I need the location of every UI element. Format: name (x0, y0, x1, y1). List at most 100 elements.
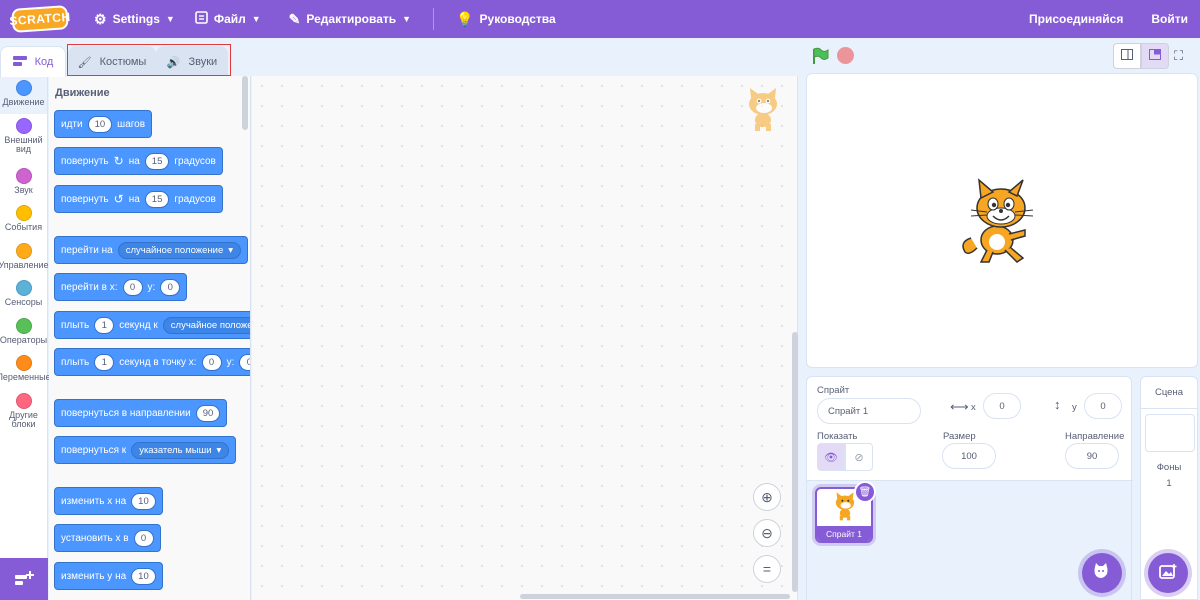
hide-sprite-button[interactable]: ⊘ (845, 443, 873, 471)
category-label: Управление (0, 259, 49, 270)
x-input[interactable]: 0 (122, 278, 143, 296)
tab-code[interactable]: Код (0, 46, 66, 77)
add-extension-button[interactable] (0, 558, 48, 600)
show-sprite-button[interactable]: 👁 (817, 443, 845, 471)
seconds-input[interactable]: 1 (94, 353, 115, 371)
block-glide-xy[interactable]: плыть 1 секунд в точку x: 0 y: 0 (54, 348, 250, 376)
category-menu: Движение Внешний вид Звук События Управл… (0, 76, 51, 558)
x-position-input[interactable]: 0 (983, 393, 1021, 419)
trash-icon: 🗑 (858, 486, 872, 498)
steps-input[interactable]: 10 (87, 115, 113, 133)
scratch-logo[interactable]: SCRATCH (9, 5, 71, 33)
seconds-input[interactable]: 1 (94, 316, 115, 334)
category-control[interactable]: Управление (0, 239, 49, 277)
myblocks-dot-icon (15, 392, 32, 409)
choose-sprite-button[interactable] (1082, 553, 1122, 593)
workspace-vertical-scrollbar[interactable] (792, 332, 798, 592)
value-input[interactable]: 10 (131, 492, 156, 510)
degrees-input[interactable]: 15 (144, 152, 170, 170)
eye-slash-icon: ⊘ (854, 451, 864, 464)
operators-dot-icon (15, 317, 32, 334)
dropdown-value: случайное положение (125, 244, 224, 256)
y-position-input[interactable]: 0 (1084, 393, 1122, 419)
category-label: Операторы (0, 334, 48, 345)
goto-target-dropdown[interactable]: случайное положение ▾ (117, 241, 242, 259)
zoom-out-button[interactable]: ⊖ (753, 519, 781, 547)
category-variables[interactable]: Переменные (0, 351, 51, 389)
settings-menu[interactable]: ⚙ Settings ▼ (84, 0, 185, 38)
direction-input[interactable]: 90 (195, 404, 221, 422)
sprite-cat[interactable] (957, 178, 1043, 269)
edit-menu[interactable]: ✎ Редактировать ▼ (279, 0, 421, 38)
block-text: повернуть (61, 193, 109, 205)
menu-bar: SCRATCH ⚙ Settings ▼ Файл ▼ ✎ Редактиров… (0, 0, 1200, 38)
fullscreen-button[interactable]: ⛶ (1174, 48, 1183, 64)
green-flag-button[interactable] (811, 47, 829, 70)
category-events[interactable]: События (0, 201, 47, 239)
lightbulb-icon: 💡 (456, 10, 474, 27)
block-move-steps[interactable]: идти 10 шагов (54, 110, 153, 138)
size-label: Размер (943, 431, 976, 442)
sprite-name-label: Спрайт (817, 385, 850, 396)
y-input[interactable]: 0 (239, 353, 250, 371)
block-change-x[interactable]: изменить x на 10 (54, 487, 163, 515)
block-text: на (128, 155, 140, 167)
block-glide-to[interactable]: плыть 1 секунд к случайное положение (54, 311, 250, 339)
block-turn-left[interactable]: повернуть ↺ на 15 градусов (54, 185, 223, 213)
towards-target-dropdown[interactable]: указатель мыши ▾ (131, 441, 230, 459)
stage-thumbnail[interactable] (1145, 414, 1195, 452)
category-my-blocks[interactable]: Другие блоки (0, 389, 47, 439)
glide-target-dropdown[interactable]: случайное положение (162, 316, 250, 334)
block-goto-xy[interactable]: перейти в x: 0 y: 0 (54, 273, 188, 301)
caret-down-icon: ▾ (228, 244, 234, 256)
zoom-in-button[interactable]: ⊕ (753, 483, 781, 511)
block-set-x[interactable]: установить x в 0 (54, 524, 161, 552)
events-dot-icon (15, 205, 32, 221)
join-button[interactable]: Присоединяйся (1019, 0, 1141, 38)
block-turn-right[interactable]: повернуть ↻ на 15 градусов (54, 147, 223, 175)
large-stage-button[interactable] (1141, 43, 1169, 69)
delete-sprite-button[interactable]: 🗑 (854, 481, 876, 503)
category-sensing[interactable]: Сенсоры (0, 276, 47, 314)
degrees-input[interactable]: 15 (144, 190, 170, 208)
block-text: градусов (174, 193, 216, 205)
current-sprite-watermark (742, 86, 784, 135)
value-input[interactable]: 0 (133, 529, 154, 547)
block-point-towards[interactable]: повернуться к указатель мыши ▾ (54, 436, 237, 464)
tutorials-button[interactable]: 💡 Руководства (446, 0, 566, 38)
category-looks[interactable]: Внешний вид (0, 114, 47, 164)
signin-button[interactable]: Войти (1141, 0, 1200, 38)
choose-backdrop-button[interactable] (1148, 553, 1188, 593)
size-input[interactable]: 100 (942, 443, 996, 469)
file-menu[interactable]: Файл ▼ (185, 0, 271, 38)
tab-costumes[interactable]: 🖌 Костюмы (68, 46, 156, 77)
sprite-name-input[interactable]: Спрайт 1 (817, 398, 921, 424)
rotate-clockwise-icon: ↻ (113, 154, 124, 168)
dropdown-value: указатель мыши (139, 444, 212, 456)
category-sound[interactable]: Звук (0, 164, 47, 202)
fullscreen-icon: ⛶ (1174, 48, 1184, 63)
sprite-properties: Спрайт Спрайт 1 ⟷ x 0 ↕ y 0 Показать 👁 ⊘… (807, 377, 1133, 481)
x-input[interactable]: 0 (201, 353, 222, 371)
tab-sounds[interactable]: 🔊 Звуки (156, 46, 228, 77)
category-operators[interactable]: Операторы (0, 314, 47, 352)
workspace-horizontal-scrollbar[interactable] (520, 594, 790, 599)
stop-button[interactable] (837, 47, 854, 64)
category-motion[interactable]: Движение (0, 76, 47, 114)
y-input[interactable]: 0 (160, 278, 181, 296)
block-change-y[interactable]: изменить y на 10 (54, 562, 163, 590)
block-point-direction[interactable]: повернуться в направлении 90 (54, 399, 228, 427)
value-input[interactable]: 10 (131, 567, 156, 585)
cat-plus-icon (1092, 562, 1112, 585)
zoom-reset-button[interactable]: = (753, 555, 781, 583)
small-stage-button[interactable] (1113, 43, 1141, 69)
variables-dot-icon (15, 355, 32, 371)
block-text: плыть (61, 356, 90, 368)
block-text: шагов (117, 118, 146, 130)
direction-input[interactable]: 90 (1065, 443, 1119, 469)
extension-icon (14, 570, 34, 589)
script-workspace[interactable] (252, 76, 798, 600)
block-goto[interactable]: перейти на случайное положение ▾ (54, 236, 249, 264)
palette-scrollbar[interactable] (242, 76, 248, 130)
control-dot-icon (15, 242, 32, 259)
